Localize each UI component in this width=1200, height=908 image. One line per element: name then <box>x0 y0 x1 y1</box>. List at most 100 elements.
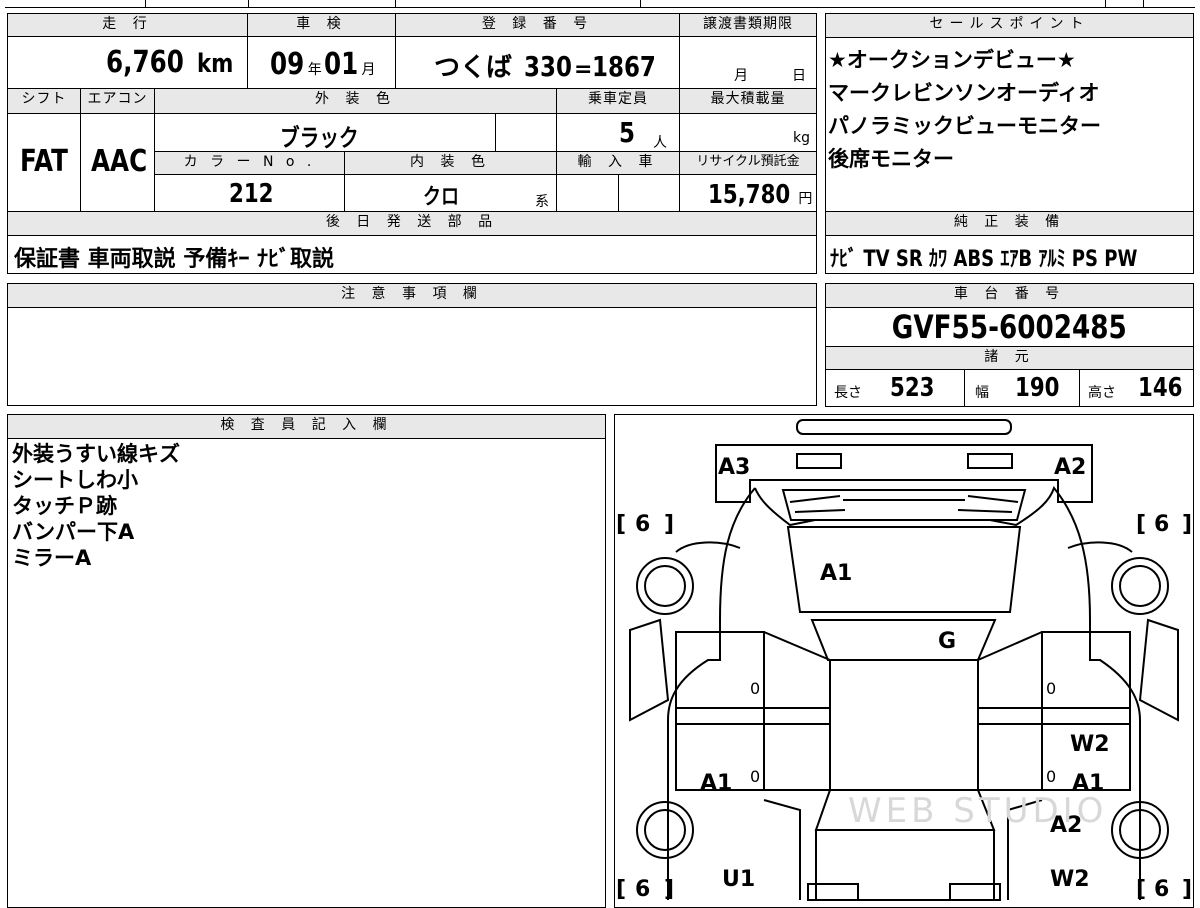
registration-cell: つくば 330 =1867 <box>395 36 680 89</box>
chassis-cell: GVF55-6002485 <box>825 307 1194 347</box>
import-header: 輸 入 車 <box>556 151 680 175</box>
recycle-unit: 円 <box>798 191 813 207</box>
shift-header: シフト <box>7 88 81 114</box>
equipment-value: ﾅﾋﾞ TV SR ｶﾜ ABS ｴｱB ｱﾙﾐ PS PW <box>830 247 1138 272</box>
car-diagram: [ 6 ] [ 6 ] [ 6 ] [ 6 ] A3 A2 A1 G W2 A1… <box>616 419 1192 902</box>
tread-value-fl: 6 <box>635 512 650 537</box>
spec-length-value: 523 <box>890 373 935 403</box>
interior-color-suffix: 系 <box>535 194 549 210</box>
aircon-header: エアコン <box>80 88 155 114</box>
color-no-header: カ ラ ー N o . <box>154 151 345 175</box>
shaken-month: 01 <box>323 47 358 82</box>
recycle-header: リサイクル預託金 <box>679 151 817 175</box>
door-mark-zero: 0 <box>1046 767 1056 786</box>
tread-bracket-fl: ] <box>664 512 674 537</box>
sales-point-item: パノラミックビューモニター <box>828 114 1101 138</box>
registration-number: 1867 <box>592 50 657 83</box>
spec-length-label: 長さ <box>834 385 862 401</box>
damage-mark-g: G <box>938 629 956 654</box>
sales-point-item: ★オークションデビュー★ <box>828 48 1076 72</box>
car-diagram-panel: [ 6 ] [ 6 ] [ 6 ] [ 6 ] A3 A2 A1 G W2 A1… <box>614 414 1194 908</box>
aircon-value: AAC <box>91 144 148 179</box>
tread-bracket-fr: ] <box>1182 512 1192 537</box>
registration-header: 登 録 番 号 <box>395 13 680 37</box>
inspector-note: シートしわ小 <box>12 468 138 492</box>
sales-point-item: 後席モニター <box>828 147 954 171</box>
spec-height-cell: 高さ 146 <box>1079 369 1194 407</box>
tread-bracket-rr: [ <box>1136 877 1146 902</box>
capacity-cell: 5 人 <box>556 113 680 152</box>
registration-area: つくば <box>434 53 513 83</box>
exterior-color-value: ブラック <box>280 124 359 152</box>
shaken-header: 車 検 <box>247 13 396 37</box>
tread-bracket-rl: ] <box>664 877 674 902</box>
watermark: WEB STUDIO <box>848 791 1107 831</box>
shaken-cell: 09 年01 月 <box>247 36 396 89</box>
inspector-header: 検 査 員 記 入 欄 <box>7 414 606 439</box>
equipment-cell: ﾅﾋﾞ TV SR ｶﾜ ABS ｴｱB ｱﾙﾐ PS PW <box>825 235 1194 274</box>
exterior-color-header: 外 装 色 <box>154 88 557 114</box>
inspector-note: ミラーA <box>12 546 92 570</box>
transfer-deadline-header: 譲渡書類期限 <box>679 13 817 37</box>
spec-width-value: 190 <box>1015 373 1060 403</box>
tread-bracket-fl: [ <box>616 512 626 537</box>
exterior-color-cell: ブラック <box>154 113 496 152</box>
mileage-header: 走 行 <box>7 13 248 37</box>
chassis-header: 車 台 番 号 <box>825 283 1194 308</box>
transfer-day-unit: 日 <box>792 68 806 84</box>
tread-bracket-rr: ] <box>1182 877 1192 902</box>
door-mark-zero: 0 <box>750 767 760 786</box>
transfer-deadline-cell: 月 日 <box>679 36 817 89</box>
tread-bracket-fr: [ <box>1136 512 1146 537</box>
max-load-header: 最大積載量 <box>679 88 817 114</box>
interior-color-cell: クロ 系 <box>344 174 557 212</box>
sales-point-item: マークレビンソンオーディオ <box>828 81 1100 105</box>
registration-class: 330 <box>523 50 572 83</box>
spec-width-cell: 幅 190 <box>964 369 1080 407</box>
shaken-year: 09 <box>270 47 305 82</box>
registration-kana: = <box>574 57 593 82</box>
max-load-unit: kg <box>793 130 810 146</box>
damage-mark-w2-door: W2 <box>1070 732 1110 757</box>
import-cell-a <box>556 174 619 212</box>
shaken-year-unit: 年 <box>307 62 322 78</box>
mileage-cell: 6,760 km <box>7 36 248 89</box>
max-load-cell: kg <box>679 113 817 152</box>
interior-color-value: クロ <box>423 185 460 210</box>
spec-width-label: 幅 <box>975 385 989 401</box>
exterior-color-sub-cell <box>495 113 557 152</box>
shift-value: FAT <box>20 144 68 179</box>
tread-value-fr: 6 <box>1154 512 1169 537</box>
aircon-cell: AAC <box>80 113 155 212</box>
inspector-note: バンパー下A <box>12 520 135 544</box>
parts-header: 後 日 発 送 部 品 <box>7 211 817 236</box>
color-no-cell: 212 <box>154 174 345 212</box>
shift-cell: FAT <box>7 113 81 212</box>
mileage-value: 6,760 <box>105 45 184 80</box>
equipment-header: 純 正 装 備 <box>825 211 1194 236</box>
notes-field-header: 注 意 事 項 欄 <box>7 283 817 308</box>
recycle-value: 15,780 <box>708 180 791 210</box>
spec-height-value: 146 <box>1138 373 1183 403</box>
tread-value-rr: 6 <box>1154 877 1169 902</box>
parts-value: 保証書 車両取説 予備ｷｰ ﾅﾋﾞ取説 <box>14 247 334 272</box>
interior-color-header: 内 装 色 <box>344 151 557 175</box>
shaken-month-unit: 月 <box>361 62 376 78</box>
specs-header: 諸 元 <box>825 346 1194 370</box>
door-mark-zero: 0 <box>750 679 760 698</box>
damage-mark-a2-front: A2 <box>1054 455 1086 480</box>
sales-points-list: ★オークションデビュー★ マークレビンソンオーディオ パノラミックビューモニター… <box>825 37 1194 212</box>
transfer-month-unit: 月 <box>734 68 748 84</box>
parts-cell: 保証書 車両取説 予備ｷｰ ﾅﾋﾞ取説 <box>7 235 817 274</box>
damage-mark-a1-left: A1 <box>700 771 732 796</box>
color-no-value: 212 <box>229 179 274 209</box>
sales-points-header: セールスポイント <box>825 13 1194 38</box>
damage-mark-w2-quarter: W2 <box>1050 867 1090 892</box>
chassis-number: GVF55-6002485 <box>892 308 1127 346</box>
capacity-value: 5 <box>619 116 635 149</box>
notes-field-body <box>7 307 817 406</box>
damage-mark-u1: U1 <box>722 867 755 892</box>
spec-height-label: 高さ <box>1088 385 1116 401</box>
inspector-note: 外装うすい線キズ <box>12 442 180 466</box>
inspector-notes-body: 外装うすい線キズ シートしわ小 タッチＰ跡 バンパー下A ミラーA <box>7 438 606 908</box>
